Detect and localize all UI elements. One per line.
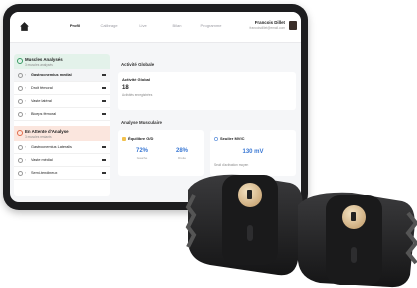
chevron-right-icon: › [25,99,27,103]
check-circle-icon [17,58,23,64]
minus-icon[interactable] [102,172,106,174]
section-title-global: Activité Globale [121,62,155,67]
section-title-muscle: Analyse Musculaire [121,120,162,125]
list-item[interactable]: › Gastrocnemius medial [14,69,110,82]
nav-item-calibrage[interactable]: Calibrage [92,23,126,28]
group-analysed-header[interactable]: Muscles Analysés 3 muscles analysés [14,54,110,69]
balance-title: Équilibre G/D [122,136,153,141]
top-navigation-bar: Profil Calibrage Live Bilan Programme Fr… [10,12,301,43]
muscle-label: Droit fémoral [31,86,53,90]
minus-icon[interactable] [102,100,106,102]
list-item[interactable]: › Droit fémoral [14,82,110,95]
muscle-label: Gastrocnemius Lateralis [31,145,72,149]
radio-icon[interactable] [18,72,23,78]
left-percentage: 72% [135,148,148,154]
timer-icon [214,137,218,141]
radio-icon[interactable] [18,157,23,163]
home-icon[interactable] [19,21,30,32]
radio-icon[interactable] [18,85,23,91]
power-value: 130 mV [242,149,264,155]
list-item[interactable]: › Vaste médial [14,154,110,167]
power-title: Seuiler MVIC [214,136,244,141]
list-item[interactable]: › Gastrocnemius Lateralis [14,141,110,154]
nav-item-live[interactable]: Live [126,23,160,28]
chevron-right-icon: › [25,158,27,162]
muscle-label: Semi-tendineux [31,171,58,175]
chevron-right-icon: › [25,112,27,116]
radio-icon[interactable] [18,98,23,104]
muscle-label: Vaste médial [31,158,53,162]
activity-count-label: Activités enregistrées [122,93,153,97]
activity-count: 18 [122,85,129,91]
user-info[interactable]: Francois Dillet francoisdillet@email.com [250,20,285,30]
group-analysed-title: Muscles Analysés [25,57,63,62]
card-title: Activité Global [122,77,151,82]
group-analysed-subtitle: 3 muscles analysés [25,63,53,67]
emg-sensors-image [185,174,417,288]
right-label: Droite [177,156,186,160]
nav-item-bilan[interactable]: Bilan [160,23,194,28]
chevron-right-icon: › [25,86,27,90]
list-item[interactable]: › Vaste latéral [14,95,110,108]
muscle-label: Biceps fémoral [31,112,57,116]
nav-item-programme[interactable]: Programme [194,23,228,28]
muscle-list-panel: Muscles Analysés 3 muscles analysés › Ga… [14,54,110,196]
bolt-icon [122,136,126,141]
muscle-label: Gastrocnemius medial [31,73,72,77]
minus-icon[interactable] [102,87,106,89]
alert-circle-icon [17,130,23,136]
chevron-right-icon: › [25,171,27,175]
nav-item-profil[interactable]: Profil [58,23,92,28]
minus-icon[interactable] [102,146,106,148]
minus-icon[interactable] [102,159,106,161]
avatar[interactable] [289,21,297,30]
radio-icon[interactable] [18,111,23,117]
left-label: Gauche [136,156,148,160]
minus-icon[interactable] [102,113,106,115]
minus-icon[interactable] [102,74,106,76]
global-activity-card: Activité Global 18 Activités enregistrée… [118,72,296,110]
chevron-right-icon: › [25,145,27,149]
chevron-right-icon: › [25,73,27,77]
group-pending-header[interactable]: En Attente d'Analyse 3 muscles restants [14,126,110,141]
list-item[interactable]: › Semi-tendineux [14,167,110,180]
user-name: Francois Dillet [254,20,285,25]
radio-icon[interactable] [18,170,23,176]
group-pending-subtitle: 3 muscles restants [25,135,52,139]
muscle-label: Vaste latéral [31,99,52,103]
right-percentage: 28% [175,148,188,154]
list-item[interactable]: › Biceps fémoral [14,108,110,121]
main-nav: Profil Calibrage Live Bilan Programme [58,23,228,28]
radio-icon[interactable] [18,144,23,150]
user-email: francoisdillet@email.com [249,26,285,30]
group-pending-title: En Attente d'Analyse [25,129,69,134]
